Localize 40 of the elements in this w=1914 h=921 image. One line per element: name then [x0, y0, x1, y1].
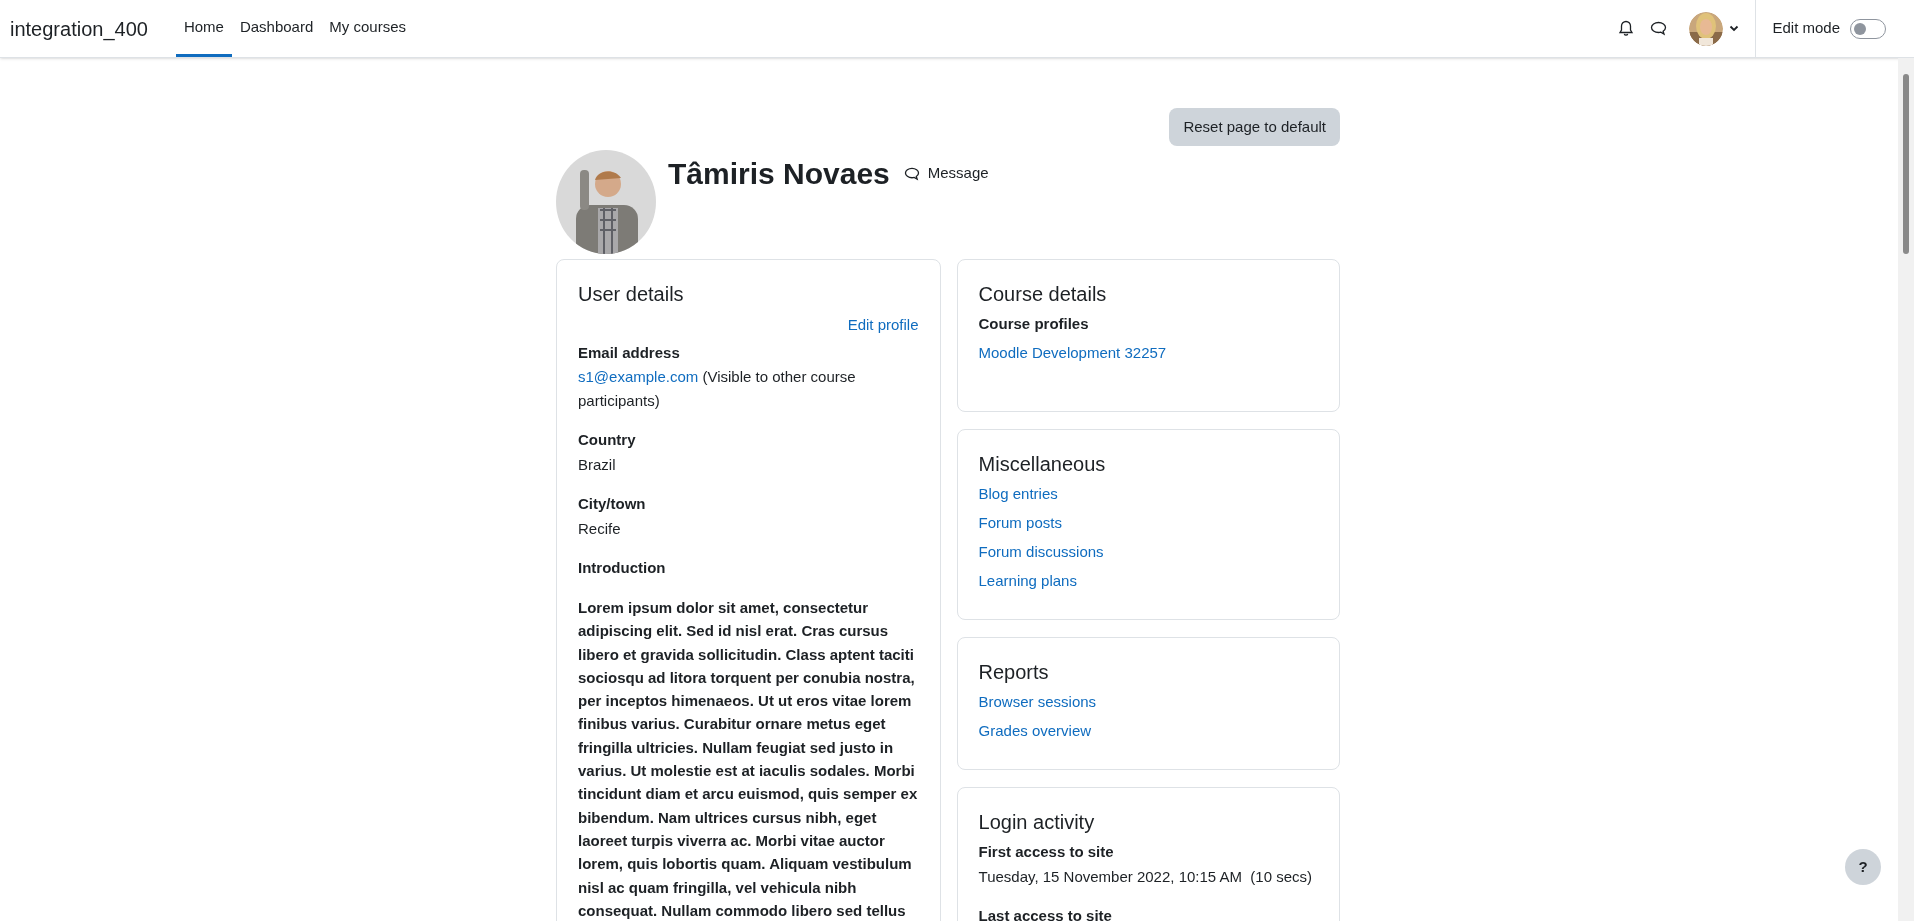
edit-profile-link[interactable]: Edit profile	[847, 313, 919, 337]
card-link[interactable]: Learning plans	[978, 569, 1077, 593]
chat-icon	[903, 166, 920, 181]
card-title: User details	[578, 282, 685, 307]
card-title: Reports	[978, 660, 1050, 685]
field-label: Email address	[578, 343, 681, 363]
card-subtitle: Course profiles	[978, 314, 1090, 334]
help-button[interactable]: ?	[1845, 849, 1881, 885]
card-link[interactable]: Blog entries	[978, 482, 1058, 506]
introduction-text: Lorem ipsum dolor sit amet, consectetur adipiscing elit. Sed id nisl erat. Cras cursus libero et gravida sollicitudin. Class aptent taciti sociosqu ad litora torquent per conubia nostra, per inceptos himenaeos. Ut ut eros vitae lorem finibus varius. Curabitur ornare metus eget fringilla ultricies. Nullam feugiat sed justo in varius. Ut molestie est at iaculis sodales. Morbi tincidunt diam et arcu euismod, quis semper ex bibendum. Nam ultrices cursus nibh, eget laoreet turpis viverra ac. Morbi vitae auctor lorem, quis lobortis quam. Aliquam vestibulum nisl ac quam fringilla, vel vehicula nibh consequat. Nullam commodo libero sed tellus	[578, 598, 919, 921]
profile-name: Tâmiris Novaes	[668, 156, 890, 192]
edit-mode-toggle[interactable]	[1850, 18, 1886, 39]
field-label: Last access to site	[978, 906, 1113, 921]
field-value: s1@example.com (Visible to other course participants)	[578, 367, 857, 411]
field-label: City/town	[578, 494, 647, 514]
card-title: Miscellaneous	[978, 452, 1107, 477]
edit-mode-label: Edit mode	[1772, 18, 1840, 39]
card-link[interactable]: Grades overview	[978, 719, 1092, 743]
field-label: Introduction	[578, 558, 667, 578]
nav-tab[interactable]: My courses	[321, 0, 414, 57]
message-link[interactable]: Message	[903, 162, 989, 185]
card-link[interactable]: Forum posts	[978, 511, 1062, 535]
nav-tab[interactable]: Home	[175, 0, 232, 57]
card-title: Login activity	[978, 810, 1096, 835]
card-link[interactable]: Browser sessions	[978, 690, 1097, 714]
caret-icon[interactable]	[1729, 25, 1740, 32]
field-value: Recife	[578, 519, 622, 539]
card-link[interactable]: Moodle Development 32257	[978, 341, 1167, 365]
bell-icon[interactable]	[1618, 20, 1635, 37]
card-link[interactable]: Forum discussions	[978, 540, 1104, 564]
email-link[interactable]: s1@example.com	[578, 368, 699, 385]
card-title: Course details	[978, 282, 1108, 307]
field-value: Brazil	[578, 455, 617, 475]
field-label: Country	[578, 430, 637, 450]
reset-button[interactable]: Reset page to default	[1169, 108, 1340, 146]
field-label: First access to site	[978, 842, 1115, 862]
field-value: Tuesday, 15 November 2022, 10:15 AM (10 secs)	[978, 867, 1314, 887]
nav-tab[interactable]: Dashboard	[231, 0, 322, 57]
site-name[interactable]: integration_400	[10, 13, 148, 44]
chat-icon[interactable]	[1650, 21, 1668, 36]
